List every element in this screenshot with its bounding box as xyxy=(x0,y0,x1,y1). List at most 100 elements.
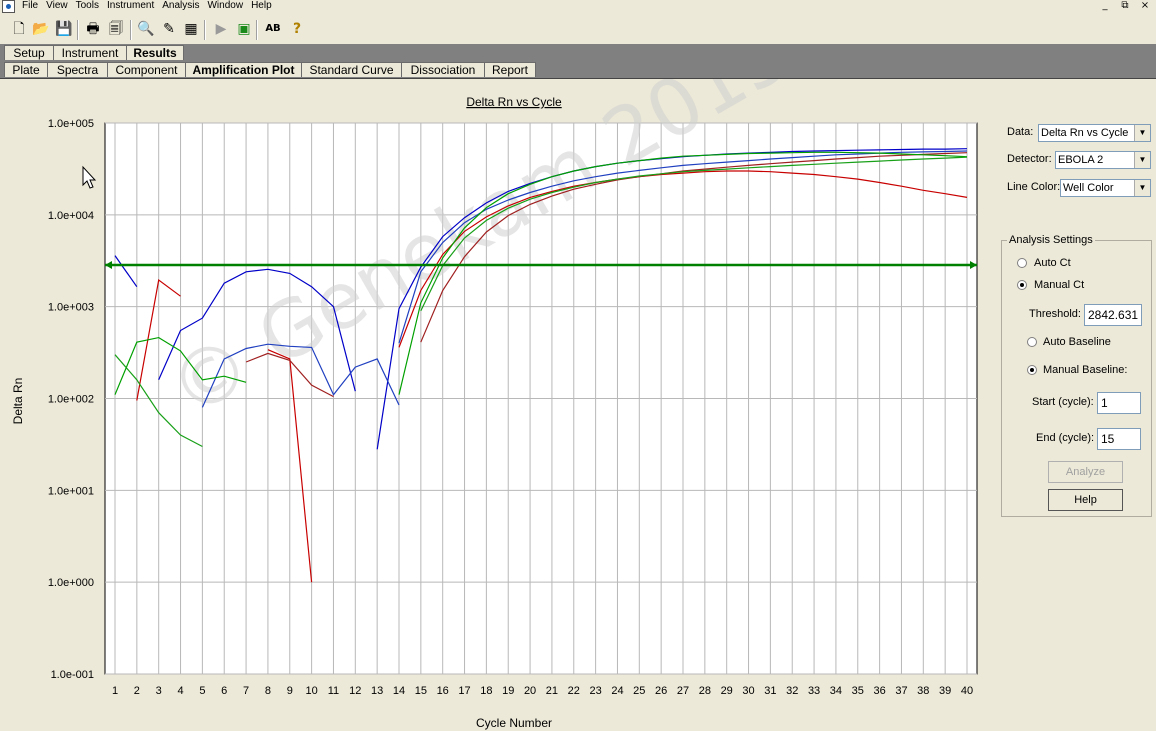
line-color-select-value: Well Color xyxy=(1063,182,1114,194)
analyze-button[interactable]: Analyze xyxy=(1048,461,1123,483)
main-tab-strip: Setup Instrument Results xyxy=(0,44,1156,61)
data-select[interactable]: Delta Rn vs Cycle ▼ xyxy=(1038,124,1151,142)
y-tick-label: 1.0e+001 xyxy=(48,485,94,497)
close-icon[interactable]: × xyxy=(1138,0,1152,12)
y-axis-label: Delta Rn xyxy=(11,378,25,425)
threshold-label: Threshold: xyxy=(1029,308,1081,320)
help-icon[interactable]: ? xyxy=(288,20,306,38)
new-document-icon[interactable]: 🗋 xyxy=(10,20,28,38)
x-tick-label: 7 xyxy=(243,685,249,697)
x-tick-label: 30 xyxy=(742,685,754,697)
detector-select-value: EBOLA 2 xyxy=(1058,154,1104,166)
x-tick-label: 17 xyxy=(458,685,470,697)
x-tick-label: 26 xyxy=(655,685,667,697)
menu-analysis[interactable]: Analysis xyxy=(162,0,199,14)
menu-help[interactable]: Help xyxy=(251,0,272,14)
x-tick-label: 25 xyxy=(633,685,645,697)
x-tick-label: 29 xyxy=(721,685,733,697)
menu-view[interactable]: View xyxy=(46,0,68,14)
threshold-input[interactable]: 2842.631 xyxy=(1084,304,1142,326)
amplification-plot: 1.0e-001 1.0e+000 1.0e+001 1.0e+002 1.0e+003… xyxy=(11,79,978,730)
x-tick-label: 3 xyxy=(156,685,162,697)
run-icon[interactable]: ▶ xyxy=(212,20,230,38)
manual-ct-radio[interactable] xyxy=(1017,280,1027,290)
detector-label: Detector: xyxy=(1007,153,1052,165)
subtab-dissociation[interactable]: Dissociation xyxy=(401,62,485,77)
x-tick-label: 2 xyxy=(134,685,140,697)
grid-icon[interactable]: ▦ xyxy=(182,20,200,38)
y-tick-label: 1.0e+005 xyxy=(48,118,94,130)
menu-tools[interactable]: Tools xyxy=(76,0,99,14)
x-tick-label: 19 xyxy=(502,685,514,697)
x-axis-label: Cycle Number xyxy=(476,716,552,730)
manual-baseline-radio[interactable] xyxy=(1027,365,1037,375)
x-tick-label: 11 xyxy=(328,685,339,697)
chevron-down-icon[interactable]: ▼ xyxy=(1134,180,1150,196)
zoom-icon[interactable]: 🔍 xyxy=(137,20,155,38)
minimize-icon[interactable]: _ xyxy=(1098,0,1112,12)
menu-items: File View Tools Instrument Analysis Window Hel… xyxy=(22,0,272,14)
line-color-label: Line Color: xyxy=(1007,181,1061,193)
x-tick-label: 37 xyxy=(895,685,907,697)
menu-file[interactable]: File xyxy=(22,0,38,14)
toolbar: 🗋 📂 💾 🖶 🗐 🔍 ✎ ▦ ▶ ▣ AB? xyxy=(0,16,1156,45)
x-tick-label: 40 xyxy=(961,685,973,697)
main-area: 1.0e-001 1.0e+000 1.0e+001 1.0e+002 1.0e+003… xyxy=(0,79,1156,731)
auto-baseline-radio[interactable] xyxy=(1027,337,1037,347)
subtab-report[interactable]: Report xyxy=(484,62,536,77)
x-tick-label: 14 xyxy=(393,685,405,697)
start-cycle-input[interactable]: 1 xyxy=(1097,392,1141,414)
print-icon[interactable]: 🖶 xyxy=(84,20,102,38)
save-icon[interactable]: 💾 xyxy=(55,20,73,38)
x-tick-label: 24 xyxy=(611,685,623,697)
x-tick-label: 4 xyxy=(177,685,183,697)
auto-baseline-label: Auto Baseline xyxy=(1043,336,1111,348)
x-tick-label: 15 xyxy=(415,685,427,697)
restore-icon[interactable]: ⧉ xyxy=(1118,0,1132,12)
print-preview-icon[interactable]: 🗐 xyxy=(107,20,125,38)
x-tick-label: 9 xyxy=(287,685,293,697)
data-select-value: Delta Rn vs Cycle xyxy=(1041,127,1129,139)
menu-instrument[interactable]: Instrument xyxy=(107,0,154,14)
manual-baseline-label: Manual Baseline: xyxy=(1043,364,1128,376)
chevron-down-icon[interactable]: ▼ xyxy=(1134,152,1150,168)
tab-instrument[interactable]: Instrument xyxy=(53,45,127,60)
y-tick-label: 1.0e+003 xyxy=(48,302,94,314)
tab-setup[interactable]: Setup xyxy=(4,45,54,60)
x-tick-label: 21 xyxy=(546,685,558,697)
subtab-plate[interactable]: Plate xyxy=(4,62,48,77)
x-tick-label: 12 xyxy=(349,685,361,697)
manual-ct-label: Manual Ct xyxy=(1034,279,1085,291)
auto-ct-label: Auto Ct xyxy=(1034,257,1071,269)
mouse-cursor-icon xyxy=(82,165,97,189)
run-ready-icon[interactable]: ▣ xyxy=(235,20,253,38)
subtab-amplification-plot[interactable]: Amplification Plot xyxy=(185,62,302,77)
detector-select[interactable]: EBOLA 2 ▼ xyxy=(1055,151,1151,169)
open-folder-icon[interactable]: 📂 xyxy=(32,20,50,38)
y-tick-label: 1.0e-001 xyxy=(51,669,94,681)
help-button[interactable]: Help xyxy=(1048,489,1123,511)
spelling-icon[interactable]: AB xyxy=(264,20,282,38)
chevron-down-icon[interactable]: ▼ xyxy=(1134,125,1150,141)
x-tick-label: 16 xyxy=(437,685,449,697)
x-tick-label: 18 xyxy=(480,685,492,697)
subtab-standard-curve[interactable]: Standard Curve xyxy=(301,62,402,77)
x-tick-label: 10 xyxy=(305,685,317,697)
x-tick-label: 8 xyxy=(265,685,271,697)
toolbar-separator xyxy=(130,20,132,40)
subtab-component[interactable]: Component xyxy=(107,62,186,77)
tab-results[interactable]: Results xyxy=(126,45,184,60)
menu-window[interactable]: Window xyxy=(207,0,243,14)
edit-icon[interactable]: ✎ xyxy=(160,20,178,38)
x-tick-label: 13 xyxy=(371,685,383,697)
subtab-spectra[interactable]: Spectra xyxy=(47,62,108,77)
auto-ct-radio[interactable] xyxy=(1017,258,1027,268)
end-cycle-label: End (cycle): xyxy=(1036,432,1095,444)
x-tick-label: 35 xyxy=(852,685,864,697)
x-tick-label: 20 xyxy=(524,685,536,697)
x-tick-label: 33 xyxy=(808,685,820,697)
end-cycle-input[interactable]: 15 xyxy=(1097,428,1141,450)
app-icon[interactable] xyxy=(2,0,15,13)
line-color-select[interactable]: Well Color ▼ xyxy=(1060,179,1151,197)
y-tick-label: 1.0e+002 xyxy=(48,394,94,406)
